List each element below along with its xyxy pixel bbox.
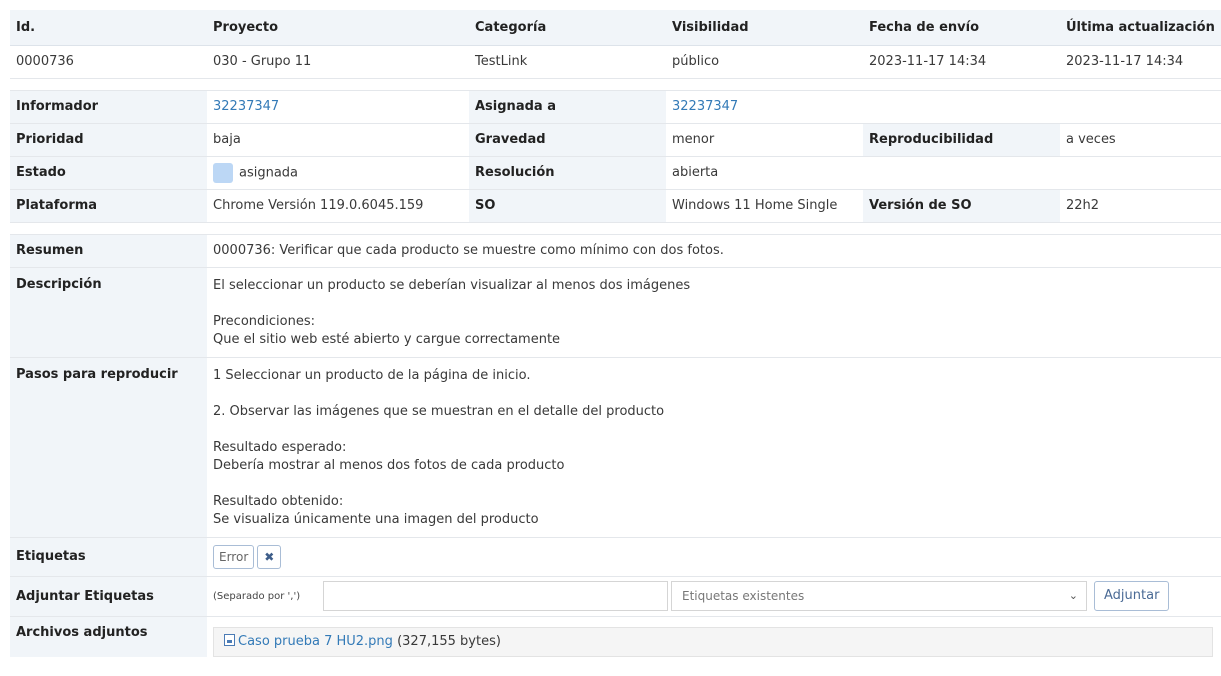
resolution-value: abierta [666, 156, 863, 190]
description-label: Descripción [10, 267, 207, 358]
os-label: SO [469, 189, 666, 223]
platform-row: Plataforma Chrome Versión 119.0.6045.159… [10, 189, 1221, 223]
priority-label: Prioridad [10, 123, 207, 157]
reproducibility-label: Reproducibilidad [863, 123, 1060, 157]
attachments-row: Archivos adjuntos Caso prueba 7 HU2.png … [10, 616, 1221, 657]
tag-error[interactable]: Error [213, 544, 255, 569]
visibility-value: público [666, 45, 863, 79]
assigned-label: Asignada a [469, 90, 666, 124]
priority-row: Prioridad baja Gravedad menor Reproducib… [10, 123, 1221, 157]
description-row: Descripción El seleccionar un producto s… [10, 267, 1221, 358]
severity-value: menor [666, 123, 863, 157]
col-fecha-envio: Fecha de envío [863, 10, 1060, 46]
col-ultima-actualizacion: Última actualización [1060, 10, 1221, 46]
platform-label: Plataforma [10, 189, 207, 223]
header-row: Id. Proyecto Categoría Visibilidad Fecha… [10, 10, 1221, 46]
os-value: Windows 11 Home Single [666, 189, 863, 223]
separator-hint: (Separado por ',') [213, 590, 301, 602]
attach-tags-label: Adjuntar Etiquetas [10, 576, 207, 617]
attachments-label: Archivos adjuntos [10, 616, 207, 657]
issue-id: 0000736 [10, 45, 207, 79]
summary-text: 0000736: Verificar que cada producto se … [207, 234, 1221, 268]
attachment-item: Caso prueba 7 HU2.png (327,155 bytes) [213, 626, 1213, 657]
summary-values-row: 0000736 030 - Grupo 11 TestLink público … [10, 45, 1221, 79]
summary-label: Resumen [10, 234, 207, 268]
category-value: TestLink [469, 45, 666, 79]
issue-details: Id. Proyecto Categoría Visibilidad Fecha… [10, 10, 1221, 657]
col-visibilidad: Visibilidad [666, 10, 863, 46]
status-color-swatch [213, 162, 233, 183]
col-id: Id. [10, 10, 207, 46]
assigned-link[interactable]: 32237347 [672, 99, 738, 114]
existing-tags-select[interactable]: Etiquetas existentes ⌄ [671, 581, 1087, 611]
resolution-label: Resolución [469, 156, 666, 190]
status-row: Estado asignada Resolución abierta [10, 156, 1221, 190]
steps-row: Pasos para reproducir 1 Seleccionar un p… [10, 357, 1221, 538]
severity-label: Gravedad [469, 123, 666, 157]
project-value: 030 - Grupo 11 [207, 45, 469, 79]
attachment-link[interactable]: Caso prueba 7 HU2.png [238, 634, 393, 649]
remove-tag-x-icon[interactable]: ✖ [257, 544, 282, 569]
submitted-date: 2023-11-17 14:34 [863, 45, 1060, 79]
attachment-size: (327,155 bytes) [397, 633, 501, 649]
summary-row: Resumen 0000736: Verificar que cada prod… [10, 234, 1221, 268]
updated-date: 2023-11-17 14:34 [1060, 45, 1221, 79]
status-value: asignada [239, 165, 299, 180]
reproducibility-value: a veces [1060, 123, 1221, 157]
col-categoria: Categoría [469, 10, 666, 46]
priority-value: baja [207, 123, 469, 157]
steps-label: Pasos para reproducir [10, 357, 207, 538]
os-version-value: 22h2 [1060, 189, 1221, 223]
steps-text: 1 Seleccionar un producto de la página d… [207, 357, 1221, 538]
reporter-row: Informador 32237347 Asignada a 32237347 [10, 90, 1221, 124]
reporter-link[interactable]: 32237347 [213, 99, 279, 114]
tags-label: Etiquetas [10, 537, 207, 577]
description-text: El seleccionar un producto se deberían v… [207, 267, 1221, 358]
tags-row: Etiquetas Error ✖ [10, 537, 1221, 577]
tags-input[interactable] [323, 581, 668, 611]
image-file-icon [224, 633, 235, 646]
reporter-label: Informador [10, 90, 207, 124]
col-proyecto: Proyecto [207, 10, 469, 46]
issue-table: Id. Proyecto Categoría Visibilidad Fecha… [10, 10, 1221, 657]
attach-tags-row: Adjuntar Etiquetas (Separado por ',') Eti… [10, 576, 1221, 617]
attach-button[interactable]: Adjuntar [1094, 581, 1170, 611]
os-version-label: Versión de SO [863, 189, 1060, 223]
chevron-down-icon: ⌄ [1068, 589, 1078, 602]
status-label: Estado [10, 156, 207, 190]
platform-value: Chrome Versión 119.0.6045.159 [207, 189, 469, 223]
